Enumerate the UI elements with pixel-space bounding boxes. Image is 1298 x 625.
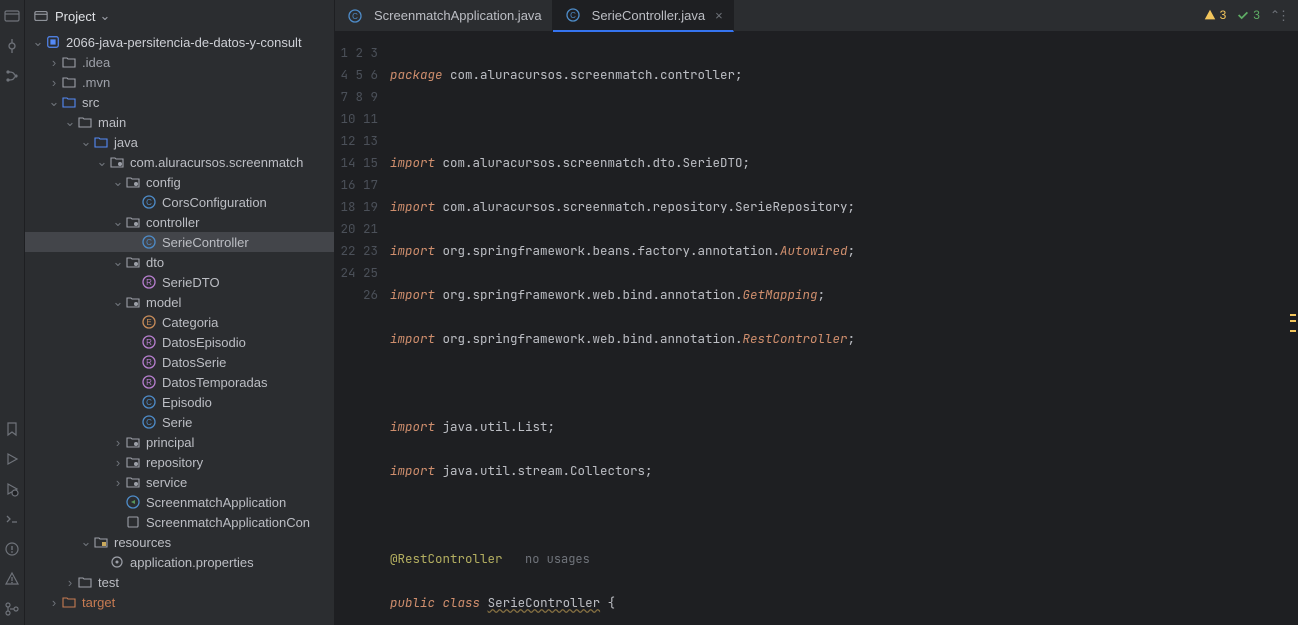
project-tree[interactable]: ⌄2066-java-persitencia-de-datos-y-consul… bbox=[25, 32, 334, 625]
tree-item[interactable]: ⌄config bbox=[25, 172, 334, 192]
editor: C ScreenmatchApplication.java C SerieCon… bbox=[335, 0, 1298, 625]
tree-item-selected[interactable]: ·CSerieController bbox=[25, 232, 334, 252]
tree-item[interactable]: ›.idea bbox=[25, 52, 334, 72]
warnings-badge[interactable]: 3 bbox=[1203, 8, 1227, 22]
svg-text:C: C bbox=[146, 238, 152, 247]
tree-item[interactable]: ⌄main bbox=[25, 112, 334, 132]
close-icon[interactable]: × bbox=[715, 8, 723, 23]
project-panel-header[interactable]: Project ⌄ bbox=[25, 0, 334, 32]
svg-text:R: R bbox=[146, 358, 152, 367]
tree-item[interactable]: ·RSerieDTO bbox=[25, 272, 334, 292]
tab-label: SerieController.java bbox=[592, 8, 705, 23]
class-icon: C bbox=[565, 7, 581, 23]
panel-title: Project bbox=[55, 9, 95, 24]
tool-window-bar bbox=[0, 0, 25, 625]
svg-text:C: C bbox=[570, 11, 576, 20]
tree-item[interactable]: ·CEpisodio bbox=[25, 392, 334, 412]
tree-item[interactable]: ·RDatosEpisodio bbox=[25, 332, 334, 352]
tree-item[interactable]: ⌄resources bbox=[25, 532, 334, 552]
tree-item[interactable]: ⌄com.aluracursos.screenmatch bbox=[25, 152, 334, 172]
run-tool-icon[interactable] bbox=[4, 451, 20, 467]
tree-item[interactable]: ›.mvn bbox=[25, 72, 334, 92]
tree-item[interactable]: ›service bbox=[25, 472, 334, 492]
editor-tabs: C ScreenmatchApplication.java C SerieCon… bbox=[335, 0, 1298, 32]
tree-item[interactable]: ⌄src bbox=[25, 92, 334, 112]
svg-text:R: R bbox=[146, 378, 152, 387]
svg-text:C: C bbox=[352, 12, 358, 21]
tab-label: ScreenmatchApplication.java bbox=[374, 8, 542, 23]
code-area[interactable]: 1 2 3 4 5 6 7 8 9 10 11 12 13 14 15 16 1… bbox=[335, 32, 1298, 625]
svg-text:C: C bbox=[146, 418, 152, 427]
tree-item[interactable]: ·application.properties bbox=[25, 552, 334, 572]
tree-item[interactable]: ›principal bbox=[25, 432, 334, 452]
tree-root[interactable]: ⌄2066-java-persitencia-de-datos-y-consul… bbox=[25, 32, 334, 52]
tree-item[interactable]: ⌄controller bbox=[25, 212, 334, 232]
tree-item[interactable]: ·CSerie bbox=[25, 412, 334, 432]
project-panel: Project ⌄ ⌄2066-java-persitencia-de-dato… bbox=[25, 0, 335, 625]
problems-tool-icon[interactable] bbox=[4, 541, 20, 557]
tree-item[interactable]: ›test bbox=[25, 572, 334, 592]
tree-item[interactable]: ·ECategoria bbox=[25, 312, 334, 332]
debug-tool-icon[interactable] bbox=[4, 481, 20, 497]
inspections-menu-icon[interactable]: ⌃ bbox=[1270, 8, 1280, 22]
tree-item[interactable]: ›repository bbox=[25, 452, 334, 472]
svg-text:C: C bbox=[146, 398, 152, 407]
svg-text:R: R bbox=[146, 278, 152, 287]
ok-badge[interactable]: 3 bbox=[1236, 8, 1260, 22]
bookmark-tool-icon[interactable] bbox=[4, 421, 20, 437]
tree-item[interactable]: ·RDatosSerie bbox=[25, 352, 334, 372]
tree-item[interactable]: ·ScreenmatchApplication bbox=[25, 492, 334, 512]
project-icon bbox=[33, 8, 49, 24]
class-icon: C bbox=[347, 8, 363, 24]
tree-item[interactable]: ⌄java bbox=[25, 132, 334, 152]
project-tool-icon[interactable] bbox=[4, 8, 20, 24]
tree-item[interactable]: ·RDatosTemporadas bbox=[25, 372, 334, 392]
svg-text:E: E bbox=[146, 318, 151, 327]
commit-tool-icon[interactable] bbox=[4, 38, 20, 54]
gutter: 1 2 3 4 5 6 7 8 9 10 11 12 13 14 15 16 1… bbox=[335, 32, 390, 625]
terminal-tool-icon[interactable] bbox=[4, 511, 20, 527]
chevron-down-icon[interactable]: ⌄ bbox=[99, 8, 110, 24]
tree-item[interactable]: ·CCorsConfiguration bbox=[25, 192, 334, 212]
warnings-tool-icon[interactable] bbox=[4, 571, 20, 587]
vcs-tool-icon[interactable] bbox=[4, 601, 20, 617]
tree-item[interactable]: ⌄dto bbox=[25, 252, 334, 272]
tab-serie-controller[interactable]: C SerieController.java × bbox=[553, 0, 734, 32]
svg-text:R: R bbox=[146, 338, 152, 347]
tab-screenmatch-app[interactable]: C ScreenmatchApplication.java bbox=[335, 0, 553, 31]
svg-text:C: C bbox=[146, 198, 152, 207]
tree-item[interactable]: ⌄model bbox=[25, 292, 334, 312]
tree-item[interactable]: ·ScreenmatchApplicationCon bbox=[25, 512, 334, 532]
inspections-widget[interactable]: 3 3 ⌃ bbox=[1203, 8, 1280, 22]
code-content[interactable]: package com.aluracursos.screenmatch.cont… bbox=[390, 32, 1298, 625]
tree-item[interactable]: ›target bbox=[25, 592, 334, 612]
error-stripe[interactable] bbox=[1288, 72, 1298, 625]
structure-tool-icon[interactable] bbox=[4, 68, 20, 84]
